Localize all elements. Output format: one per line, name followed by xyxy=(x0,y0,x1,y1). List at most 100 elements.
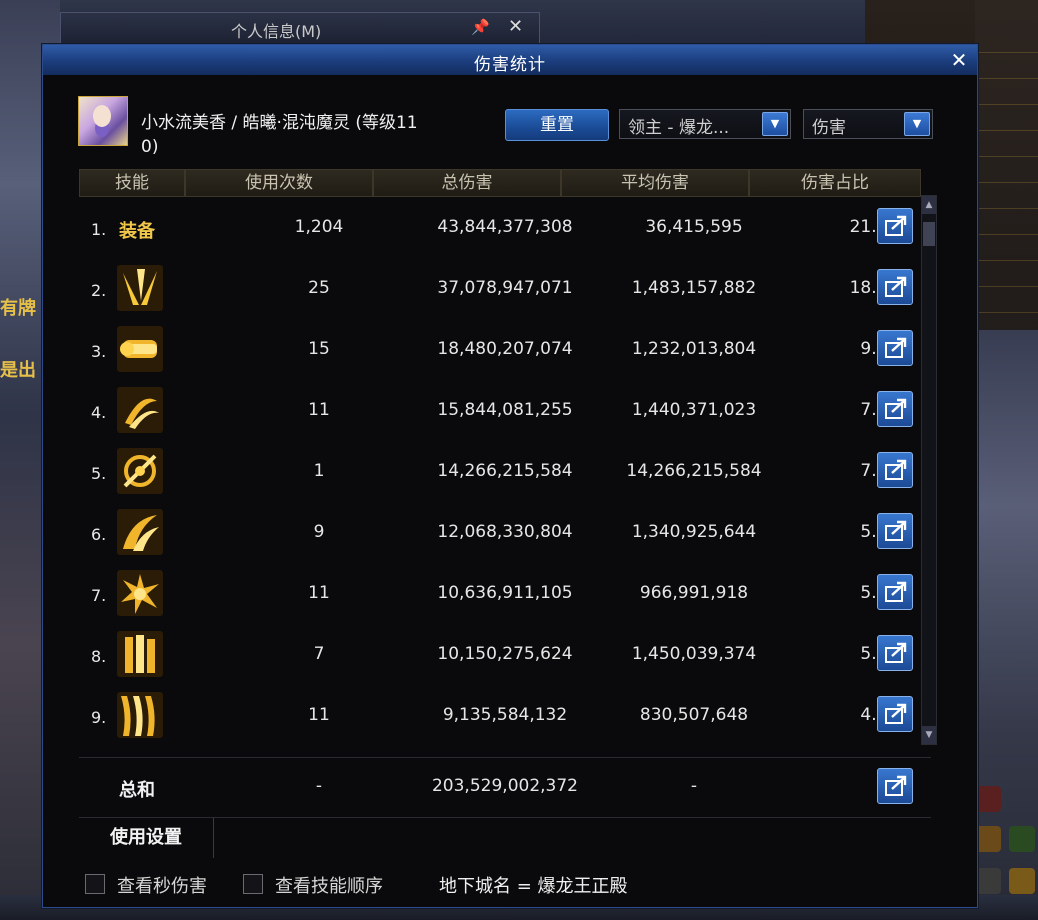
total-average: - xyxy=(690,776,698,796)
chevron-down-icon[interactable]: ▼ xyxy=(762,112,788,136)
dungeon-name: 地下城名 = 爆龙王正殿 xyxy=(439,876,628,897)
share-button[interactable] xyxy=(877,269,913,305)
window-title: 伤害统计 xyxy=(474,55,546,75)
metric-select[interactable]: 伤害 ▼ xyxy=(803,109,933,139)
row-uses: 9 xyxy=(313,522,325,542)
info-window-title: 个人信息(M) xyxy=(231,22,322,41)
pin-icon[interactable]: 📌 xyxy=(471,18,490,36)
background-right-icons xyxy=(947,780,1038,895)
golden-sigil-icon xyxy=(117,448,163,494)
row-uses: 1,204 xyxy=(294,217,344,237)
table-row[interactable]: 6. 9 12,068,330,804 1,340,925,644 5.9 % xyxy=(79,500,931,561)
row-rank: 5. xyxy=(91,464,107,483)
row-rank: 4. xyxy=(91,403,107,422)
row-total-damage: 10,150,275,624 xyxy=(437,644,573,664)
row-uses: 15 xyxy=(308,339,330,359)
row-total-damage: 37,078,947,071 xyxy=(437,278,573,298)
share-icon xyxy=(885,581,907,602)
reset-button[interactable]: 重置 xyxy=(505,109,609,141)
row-average-damage: 1,340,925,644 xyxy=(631,522,757,542)
table-row[interactable]: 2. 25 37,078,947,071 1,483,157,882 18.2 … xyxy=(79,256,931,317)
share-icon xyxy=(885,215,907,236)
background-side-text: 是出 xyxy=(0,360,36,381)
row-uses: 11 xyxy=(308,583,330,603)
equipment-label: 装备 xyxy=(119,221,155,242)
show-skill-order-checkbox[interactable] xyxy=(243,874,263,894)
golden-crescent-icon xyxy=(117,387,163,433)
share-icon xyxy=(885,459,907,480)
close-button[interactable]: ✕ xyxy=(947,48,971,72)
share-icon xyxy=(885,520,907,541)
player-name-line1: 小水流美香 / 皓曦·混沌魔灵 (等级11 xyxy=(141,113,418,133)
player-name-line2: 0) xyxy=(141,137,159,157)
share-button[interactable] xyxy=(877,452,913,488)
row-uses: 7 xyxy=(313,644,325,664)
share-icon xyxy=(885,398,907,419)
row-rank: 6. xyxy=(91,525,107,544)
total-label: 总和 xyxy=(119,780,155,801)
header-uses[interactable]: 使用次数 xyxy=(185,169,373,197)
metric-select-value: 伤害 xyxy=(812,118,846,138)
row-rank: 1. xyxy=(91,220,107,239)
row-average-damage: 1,450,039,374 xyxy=(631,644,757,664)
row-total-damage: 43,844,377,308 xyxy=(437,217,573,237)
golden-beam-icon xyxy=(117,326,163,372)
share-button[interactable] xyxy=(877,635,913,671)
row-average-damage: 1,232,013,804 xyxy=(631,339,757,359)
share-icon xyxy=(885,276,907,297)
row-total-damage: 9,135,584,132 xyxy=(442,705,568,725)
window-titlebar[interactable]: 伤害统计 ✕ xyxy=(43,45,977,75)
table-row[interactable]: 1. 装备 1,204 43,844,377,308 36,415,595 21… xyxy=(79,195,931,256)
header-damage-share[interactable]: 伤害占比 xyxy=(749,169,921,197)
share-button[interactable] xyxy=(877,513,913,549)
background-info-window-title: 个人信息(M) 📌 ✕ xyxy=(60,12,540,44)
row-uses: 25 xyxy=(308,278,330,298)
total-uses: - xyxy=(315,776,323,796)
share-button[interactable] xyxy=(877,768,913,804)
golden-burst-icon xyxy=(117,570,163,616)
row-total-damage: 18,480,207,074 xyxy=(437,339,573,359)
golden-curtain-icon xyxy=(117,692,163,738)
row-rank: 8. xyxy=(91,647,107,666)
row-rank: 9. xyxy=(91,708,107,727)
header-total-damage[interactable]: 总伤害 xyxy=(373,169,561,197)
show-dps-checkbox[interactable] xyxy=(85,874,105,894)
scroll-thumb[interactable] xyxy=(923,222,935,246)
chevron-down-icon[interactable]: ▼ xyxy=(904,112,930,136)
tab-usage-settings[interactable]: 使用设置 xyxy=(79,818,214,858)
table-row[interactable]: 8. 7 10,150,275,624 1,450,039,374 5.0 % xyxy=(79,622,931,683)
show-dps-label[interactable]: 查看秒伤害 xyxy=(117,872,207,898)
row-rank: 3. xyxy=(91,342,107,361)
target-select[interactable]: 领主 - 爆龙... ▼ xyxy=(619,109,791,139)
scroll-down-icon[interactable]: ▼ xyxy=(922,726,936,744)
table-row[interactable]: 7. 11 10,636,911,105 966,991,918 5.2 % xyxy=(79,561,931,622)
table-row[interactable]: 5. 1 14,266,215,584 14,266,215,584 7.0 % xyxy=(79,439,931,500)
footer: 查看秒伤害 查看技能顺序 地下城名 = 爆龙王正殿 xyxy=(79,867,939,901)
table-scrollbar[interactable]: ▲ ▼ xyxy=(921,195,937,745)
share-icon xyxy=(885,337,907,358)
skill-table-body: 1. 装备 1,204 43,844,377,308 36,415,595 21… xyxy=(79,195,931,755)
row-total-damage: 12,068,330,804 xyxy=(437,522,573,542)
row-average-damage: 1,483,157,882 xyxy=(631,278,757,298)
show-skill-order-label[interactable]: 查看技能顺序 xyxy=(275,872,383,898)
share-button[interactable] xyxy=(877,574,913,610)
target-select-value: 领主 - 爆龙... xyxy=(628,118,730,138)
scroll-up-icon[interactable]: ▲ xyxy=(922,196,936,214)
share-button[interactable] xyxy=(877,391,913,427)
close-icon[interactable]: ✕ xyxy=(508,16,523,37)
table-header: 技能 使用次数 总伤害 平均伤害 伤害占比 xyxy=(79,169,931,197)
row-average-damage: 1,440,371,023 xyxy=(631,400,757,420)
share-button[interactable] xyxy=(877,330,913,366)
share-icon xyxy=(885,642,907,663)
share-button[interactable] xyxy=(877,208,913,244)
header-average-damage[interactable]: 平均伤害 xyxy=(561,169,749,197)
row-average-damage: 830,507,648 xyxy=(639,705,749,725)
row-average-damage: 966,991,918 xyxy=(639,583,749,603)
share-button[interactable] xyxy=(877,696,913,732)
total-damage: 203,529,002,372 xyxy=(431,776,578,796)
background-side-text: 有牌 xyxy=(0,298,36,319)
table-row[interactable]: 3. 15 18,480,207,074 1,232,013,804 9.1 % xyxy=(79,317,931,378)
header-skill[interactable]: 技能 xyxy=(79,169,185,197)
table-row[interactable]: 4. 11 15,844,081,255 1,440,371,023 7.8 % xyxy=(79,378,931,439)
table-row[interactable]: 9. 11 9,135,584,132 830,507,648 4.5 % xyxy=(79,683,931,744)
